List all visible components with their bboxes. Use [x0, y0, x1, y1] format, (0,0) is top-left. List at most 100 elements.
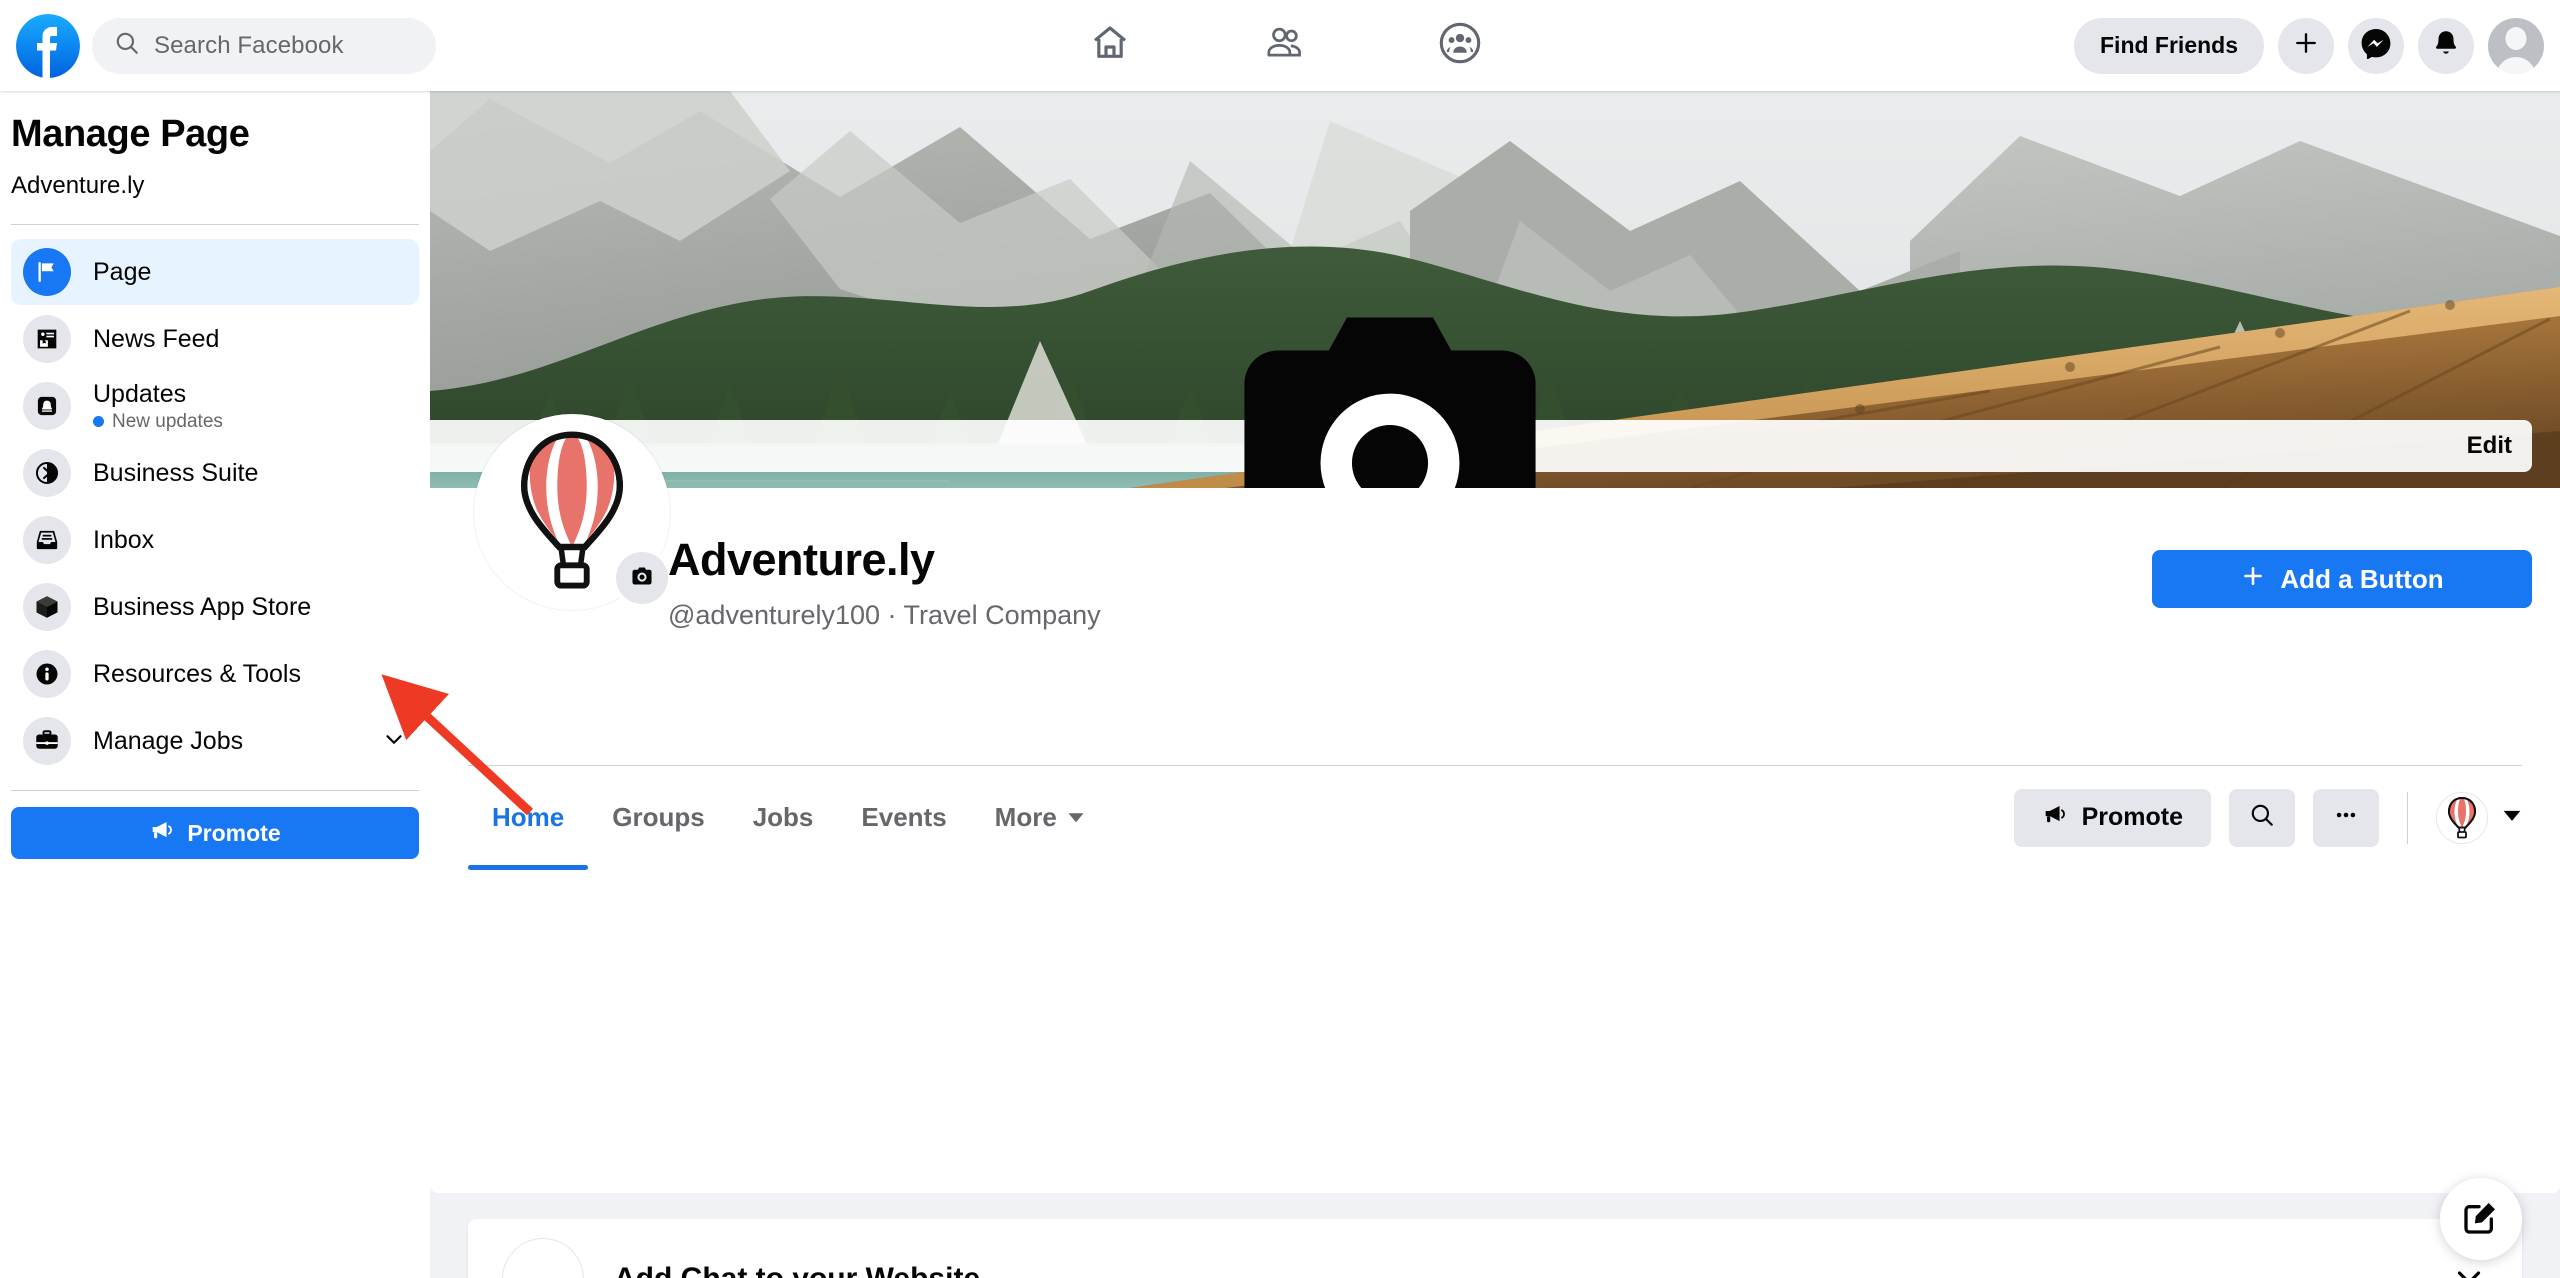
- add-a-button-button[interactable]: Add a Button: [2152, 550, 2532, 608]
- tab-groups[interactable]: Groups: [588, 766, 728, 870]
- page-switcher-avatar: [2436, 791, 2488, 844]
- sidebar-item-business-app-store[interactable]: Business App Store: [11, 574, 419, 640]
- nav-tab-home[interactable]: [1035, 0, 1185, 91]
- promote-button[interactable]: Promote: [2013, 788, 2211, 847]
- edit-cover-photo-button[interactable]: Edit: [430, 316, 2532, 488]
- tab-label: Events: [861, 802, 947, 832]
- tab-label: Groups: [612, 802, 705, 832]
- sidebar-promote-label: Promote: [187, 819, 281, 846]
- messenger-button[interactable]: [2348, 17, 2404, 74]
- nav-right-group: Find Friends: [2074, 0, 2544, 91]
- megaphone-icon: [149, 817, 175, 849]
- sidebar-item-news-feed[interactable]: News Feed: [11, 306, 419, 372]
- create-button[interactable]: [2278, 17, 2334, 74]
- facebook-logo-icon[interactable]: [16, 13, 80, 78]
- plus-icon: [2240, 563, 2266, 596]
- sidebar-item-label: Manage Jobs: [93, 726, 244, 755]
- cube-icon: [23, 583, 71, 631]
- sidebar-item-business-suite[interactable]: Business Suite: [11, 440, 419, 506]
- profile-header-row: Adventure.ly @adventurely100 · Travel Co…: [430, 414, 2560, 765]
- groups-icon: [1438, 21, 1482, 70]
- notifications-button[interactable]: [2418, 17, 2474, 74]
- new-updates-dot: [93, 416, 104, 427]
- page-title: Manage Page: [11, 113, 250, 155]
- news-feed-icon: [23, 315, 71, 363]
- sidebar-item-page[interactable]: Page: [11, 239, 419, 305]
- bell-icon: [2431, 28, 2461, 63]
- search-icon: [114, 30, 140, 61]
- sidebar-item-label: Updates: [93, 379, 187, 408]
- sidebar-item-inbox[interactable]: Inbox: [11, 507, 419, 573]
- nav-center-tabs: [1035, 0, 1535, 91]
- hot-air-balloon-icon: [2437, 792, 2487, 843]
- nav-tab-friends[interactable]: [1210, 0, 1360, 91]
- tab-label: More: [994, 802, 1057, 832]
- top-navigation-bar: Search Facebook Find Friends: [0, 0, 2560, 91]
- camera-icon: [629, 563, 655, 594]
- sidebar-item-label: Resources & Tools: [93, 659, 301, 688]
- sidebar-item-label: Business Suite: [93, 458, 259, 487]
- page-name: Adventure.ly: [668, 534, 935, 585]
- sidebar-item-label: Page: [93, 257, 152, 286]
- caret-down-icon: [2502, 805, 2522, 830]
- camera-icon: [430, 248, 2455, 488]
- edit-cover-label: Edit: [2466, 432, 2512, 459]
- action-divider: [2407, 791, 2408, 844]
- promote-label: Promote: [2081, 803, 2183, 831]
- tab-events[interactable]: Events: [837, 766, 970, 870]
- info-icon: [23, 650, 71, 698]
- compose-floating-button[interactable]: [2440, 1178, 2522, 1260]
- bell-box-icon: [23, 382, 71, 430]
- business-suite-icon: [23, 449, 71, 497]
- inbox-icon: [23, 516, 71, 564]
- page-avatar[interactable]: [474, 414, 670, 610]
- page-tab-actions: Promote: [2013, 788, 2522, 847]
- search-icon: [2249, 802, 2275, 833]
- megaphone-icon: [2042, 801, 2068, 834]
- nav-tab-groups[interactable]: [1385, 0, 1535, 91]
- briefcase-icon: [23, 717, 71, 765]
- tab-label: Jobs: [752, 802, 814, 832]
- home-icon: [1090, 23, 1130, 68]
- sidebar-item-sublabel: New updates: [93, 411, 223, 433]
- add-chat-card[interactable]: Add Chat to your Website: [468, 1219, 2522, 1278]
- manage-page-sidebar: Manage Page Adventure.ly Page News Feed …: [0, 91, 430, 1278]
- find-friends-button[interactable]: Find Friends: [2074, 17, 2264, 74]
- edit-profile-photo-button[interactable]: [616, 552, 668, 604]
- tab-more[interactable]: More: [971, 766, 1109, 870]
- add-a-button-label: Add a Button: [2280, 563, 2444, 594]
- tab-home[interactable]: Home: [468, 766, 589, 870]
- sidebar-item-resources-tools[interactable]: Resources & Tools: [11, 641, 419, 707]
- cover-photo[interactable]: Edit: [430, 91, 2560, 488]
- sidebar-item-label: Business App Store: [93, 592, 312, 621]
- nav-left-group: Search Facebook: [0, 13, 436, 78]
- sidebar-item-label: Inbox: [93, 525, 155, 554]
- sidebar-item-updates[interactable]: Updates New updates: [11, 373, 419, 439]
- page-more-options-button[interactable]: [2313, 788, 2379, 847]
- main-content: Edit Adventure.ly @adventurely100 · Trav…: [430, 91, 2560, 1278]
- add-chat-card-title: Add Chat to your Website: [614, 1262, 980, 1278]
- plus-icon: [2292, 29, 2320, 62]
- chevron-down-icon[interactable]: [2450, 1258, 2488, 1278]
- messenger-icon: [2360, 27, 2392, 64]
- sidebar-divider-bottom: [11, 790, 419, 791]
- flag-icon: [23, 248, 71, 296]
- sidebar-promote-button[interactable]: Promote: [11, 807, 419, 859]
- search-input[interactable]: Search Facebook: [92, 17, 436, 74]
- sidebar-page-name: Adventure.ly: [11, 172, 145, 199]
- page-switcher[interactable]: [2436, 791, 2522, 844]
- page-tab-bar: Home Groups Jobs Events More Promote: [468, 765, 2522, 870]
- friends-icon: [1264, 22, 1306, 69]
- tab-label: Home: [492, 802, 565, 832]
- page-search-button[interactable]: [2229, 788, 2295, 847]
- avatar-icon: [2505, 26, 2527, 50]
- tab-jobs[interactable]: Jobs: [729, 766, 838, 870]
- sidebar-item-manage-jobs[interactable]: Manage Jobs: [11, 708, 419, 774]
- ellipsis-icon: [2333, 802, 2359, 833]
- page-avatar-icon: [502, 1238, 584, 1278]
- account-avatar[interactable]: [2488, 17, 2544, 74]
- chevron-down-icon[interactable]: [381, 726, 407, 757]
- compose-icon: [2461, 1197, 2501, 1242]
- page-username-category: @adventurely100 · Travel Company: [668, 600, 1101, 630]
- sidebar-item-label: News Feed: [93, 324, 220, 353]
